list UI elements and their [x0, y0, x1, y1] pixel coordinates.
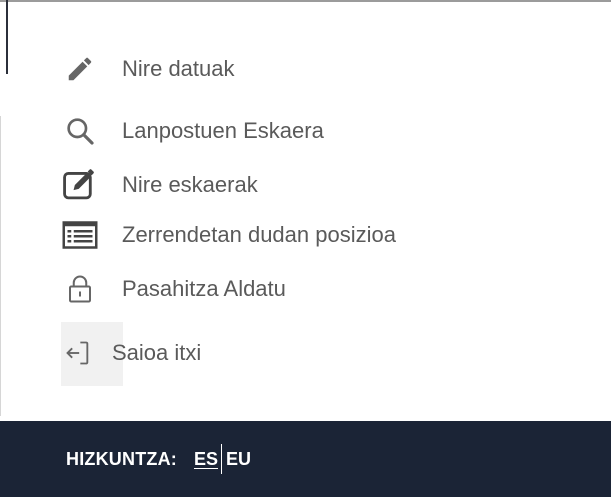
- lock-icon: [58, 272, 102, 306]
- pencil-icon: [58, 52, 102, 86]
- menu-item-lanpostuen-eskaera[interactable]: Lanpostuen Eskaera: [58, 114, 324, 148]
- menu-item-label: Pasahitza Aldatu: [122, 276, 286, 301]
- menu-item-label: Saioa itxi: [112, 340, 202, 365]
- language-label: HIZKUNTZA:: [66, 448, 177, 469]
- language-footer: HIZKUNTZA: ES EU: [0, 421, 611, 497]
- search-icon: [58, 114, 102, 148]
- language-option-eu[interactable]: EU: [226, 449, 251, 470]
- menu-item-nire-eskaerak[interactable]: Nire eskaerak: [58, 168, 258, 202]
- menu-item-label: Nire eskaerak: [122, 172, 258, 197]
- menu-item-label: Lanpostuen Eskaera: [122, 118, 324, 143]
- menu-item-label: Zerrendetan dudan posizioa: [122, 222, 396, 247]
- language-option-es[interactable]: ES: [194, 449, 218, 470]
- language-separator: [221, 444, 222, 474]
- menu-item-zerrendetan-posizioa[interactable]: Zerrendetan dudan posizioa: [58, 218, 396, 252]
- list-icon: [58, 218, 102, 252]
- menu-item-label: Nire datuak: [122, 56, 235, 81]
- logout-icon: [58, 336, 98, 370]
- menu-item-pasahitza-aldatu[interactable]: Pasahitza Aldatu: [58, 272, 286, 306]
- account-menu: Nire datuak Lanpostuen Eskaera Nire eska…: [0, 0, 611, 420]
- menu-item-saioa-itxi[interactable]: Saioa itxi: [58, 336, 201, 370]
- menu-item-nire-datuak[interactable]: Nire datuak: [58, 52, 235, 86]
- user-menu-panel: Nire datuak Lanpostuen Eskaera Nire eska…: [0, 0, 611, 497]
- edit-document-icon: [58, 168, 102, 202]
